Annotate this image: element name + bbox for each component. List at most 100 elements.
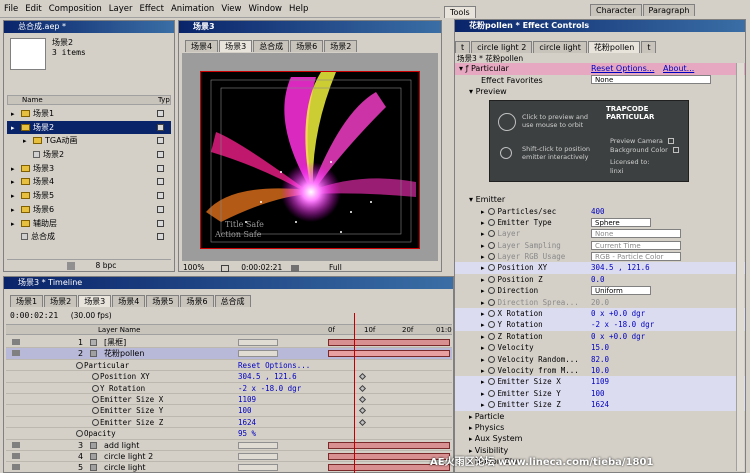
stopwatch-icon[interactable] <box>487 344 495 352</box>
stopwatch-icon[interactable] <box>92 407 99 415</box>
effect-param-value[interactable]: 0 x +0.0 dgr <box>591 308 645 319</box>
keyframe-marker[interactable] <box>358 384 367 392</box>
menu-effect[interactable]: Effect <box>140 4 164 14</box>
expand-arrow-icon[interactable]: ▸ <box>481 344 485 352</box>
timeline-row[interactable]: Emitter Size Y 100 <box>6 405 452 417</box>
stopwatch-icon[interactable] <box>487 321 495 329</box>
stopwatch-icon[interactable] <box>487 310 495 318</box>
property-value[interactable]: 1624 <box>238 417 256 427</box>
stopwatch-icon[interactable] <box>487 401 495 409</box>
label-color-swatch[interactable] <box>157 151 164 159</box>
effect-param-value[interactable]: 15.0 <box>591 342 609 353</box>
visibility-eye-icon[interactable] <box>12 373 20 379</box>
expand-arrow-icon[interactable]: ▸ <box>481 333 485 341</box>
expand-arrow-icon[interactable]: ▸ <box>23 135 33 148</box>
label-color-swatch[interactable] <box>157 110 164 117</box>
grid-icon[interactable] <box>220 264 229 272</box>
menu-file[interactable]: File <box>4 4 18 14</box>
expand-arrow-icon[interactable]: ▸ <box>11 190 21 203</box>
effect-param-row[interactable]: ▸ Z Rotation 0 x +0.0 dgr <box>455 331 745 342</box>
effect-param-value[interactable]: 1109 <box>591 376 609 387</box>
switches[interactable] <box>238 339 278 346</box>
expand-arrow-icon[interactable]: ▸ <box>481 367 485 375</box>
visibility-eye-icon[interactable] <box>12 350 20 357</box>
label-color-swatch[interactable] <box>157 219 164 227</box>
property-value[interactable]: 304.5 , 121.6 <box>238 371 297 381</box>
expand-arrow-icon[interactable]: ▸ <box>11 163 21 176</box>
layer-name[interactable]: circle light 2 <box>104 451 153 461</box>
expand-arrow-icon[interactable]: ▸ <box>481 356 485 364</box>
expand-arrow-icon[interactable]: ▸ <box>481 276 485 284</box>
timeline-tab[interactable]: 场景3 <box>78 295 112 307</box>
effect-param-value[interactable]: 10.0 <box>591 365 609 376</box>
effect-param-row[interactable]: ▸ Emitter Size X 1109 <box>455 376 745 388</box>
timeline-tab[interactable]: 场景1 <box>10 295 44 307</box>
about-link[interactable]: About... <box>663 63 694 75</box>
tab-tools[interactable]: Tools <box>444 6 476 18</box>
effect-param-row[interactable]: ▸ Emitter Size Z 1624 <box>455 399 745 411</box>
timeline-row[interactable]: 5 circle light <box>6 462 452 473</box>
effect-param-value[interactable]: -2 x -18.0 dgr <box>591 319 654 330</box>
effect-group-row[interactable]: ▸ Aux System <box>455 433 745 444</box>
expand-arrow-icon[interactable]: ▸ <box>481 287 485 295</box>
layer-name[interactable]: 花粉pollen <box>104 348 144 358</box>
keyframe-marker[interactable] <box>358 373 367 381</box>
stopwatch-icon[interactable] <box>76 430 83 438</box>
keyframe-marker[interactable] <box>358 407 367 415</box>
effect-param-value[interactable]: 82.0 <box>591 354 609 365</box>
visibility-eye-icon[interactable] <box>12 430 20 436</box>
effect-param-value[interactable]: 400 <box>591 206 605 217</box>
effect-param-value[interactable]: 0 x +0.0 dgr <box>591 331 645 342</box>
menu-window[interactable]: Window <box>248 4 282 14</box>
visibility-eye-icon[interactable] <box>12 441 20 448</box>
layer-name[interactable]: circle light <box>104 462 146 472</box>
expand-arrow-icon[interactable]: ▸ <box>11 108 21 121</box>
visibility-eye-icon[interactable] <box>12 407 20 413</box>
effect-param-value[interactable]: 100 <box>591 388 605 399</box>
effect-param-row[interactable]: ▸ X Rotation 0 x +0.0 dgr <box>455 308 745 320</box>
label-color-swatch[interactable] <box>157 123 164 131</box>
effects-scrollbar[interactable] <box>736 63 744 471</box>
switches[interactable] <box>238 452 278 460</box>
timeline-tab[interactable]: 场景4 <box>112 295 146 307</box>
visibility-eye-icon[interactable] <box>12 452 20 459</box>
expand-arrow-icon[interactable]: ▸ <box>481 242 485 250</box>
time-indicator[interactable] <box>354 313 355 473</box>
switches[interactable] <box>238 350 278 358</box>
stopwatch-icon[interactable] <box>487 332 495 340</box>
visibility-eye-icon[interactable] <box>12 419 20 425</box>
project-item[interactable]: ▸ 辅助层 <box>7 217 171 231</box>
property-value[interactable]: 95 % <box>238 428 256 438</box>
comp-timecode[interactable]: 0:00:02:21 <box>241 263 282 272</box>
project-item[interactable]: 总合成 <box>7 230 171 244</box>
preview-camera-checkbox[interactable] <box>667 138 674 144</box>
expand-arrow-icon[interactable]: ▸ <box>481 390 485 398</box>
label-color-swatch[interactable] <box>157 137 164 145</box>
effect-param-select[interactable]: Uniform <box>591 286 651 296</box>
comp-tab[interactable]: 场景4 <box>185 40 219 52</box>
effect-param-row[interactable]: ▸ Emitter Type Sphere <box>455 217 745 228</box>
comp-tab[interactable]: 场景3 <box>219 40 253 52</box>
tab-paragraph[interactable]: Paragraph <box>642 4 696 16</box>
timeline-row[interactable]: Emitter Size X 1109 <box>6 394 452 406</box>
effect-favorites-select[interactable]: None <box>591 74 711 84</box>
label-color-swatch[interactable] <box>157 233 164 241</box>
visibility-eye-icon[interactable] <box>12 396 20 402</box>
layer-duration-bar[interactable] <box>328 350 450 358</box>
stopwatch-icon[interactable] <box>487 218 495 226</box>
zoom-select[interactable]: 100% <box>183 263 204 272</box>
stopwatch-icon[interactable] <box>487 378 495 386</box>
timeline-row[interactable]: Particular Reset Options... <box>6 360 452 372</box>
expand-arrow-icon[interactable]: ▸ <box>481 378 485 386</box>
property-value[interactable]: 100 <box>238 405 252 415</box>
property-value[interactable]: Reset Options... <box>238 360 310 370</box>
effect-param-select[interactable]: RGB - Particle Color <box>591 252 681 262</box>
effect-group-row[interactable]: ▸ Particle <box>455 411 745 422</box>
project-item[interactable]: ▸ TGA动画 <box>7 134 171 148</box>
timeline-row[interactable]: 2 花粉pollen <box>6 348 452 360</box>
property-value[interactable]: -2 x -18.0 dgr <box>238 383 301 393</box>
expand-arrow-icon[interactable]: ▸ <box>481 230 485 238</box>
stopwatch-icon[interactable] <box>487 389 495 397</box>
effect-param-value[interactable]: 0.0 <box>591 274 605 285</box>
comp-tab[interactable]: 场景2 <box>324 40 358 52</box>
